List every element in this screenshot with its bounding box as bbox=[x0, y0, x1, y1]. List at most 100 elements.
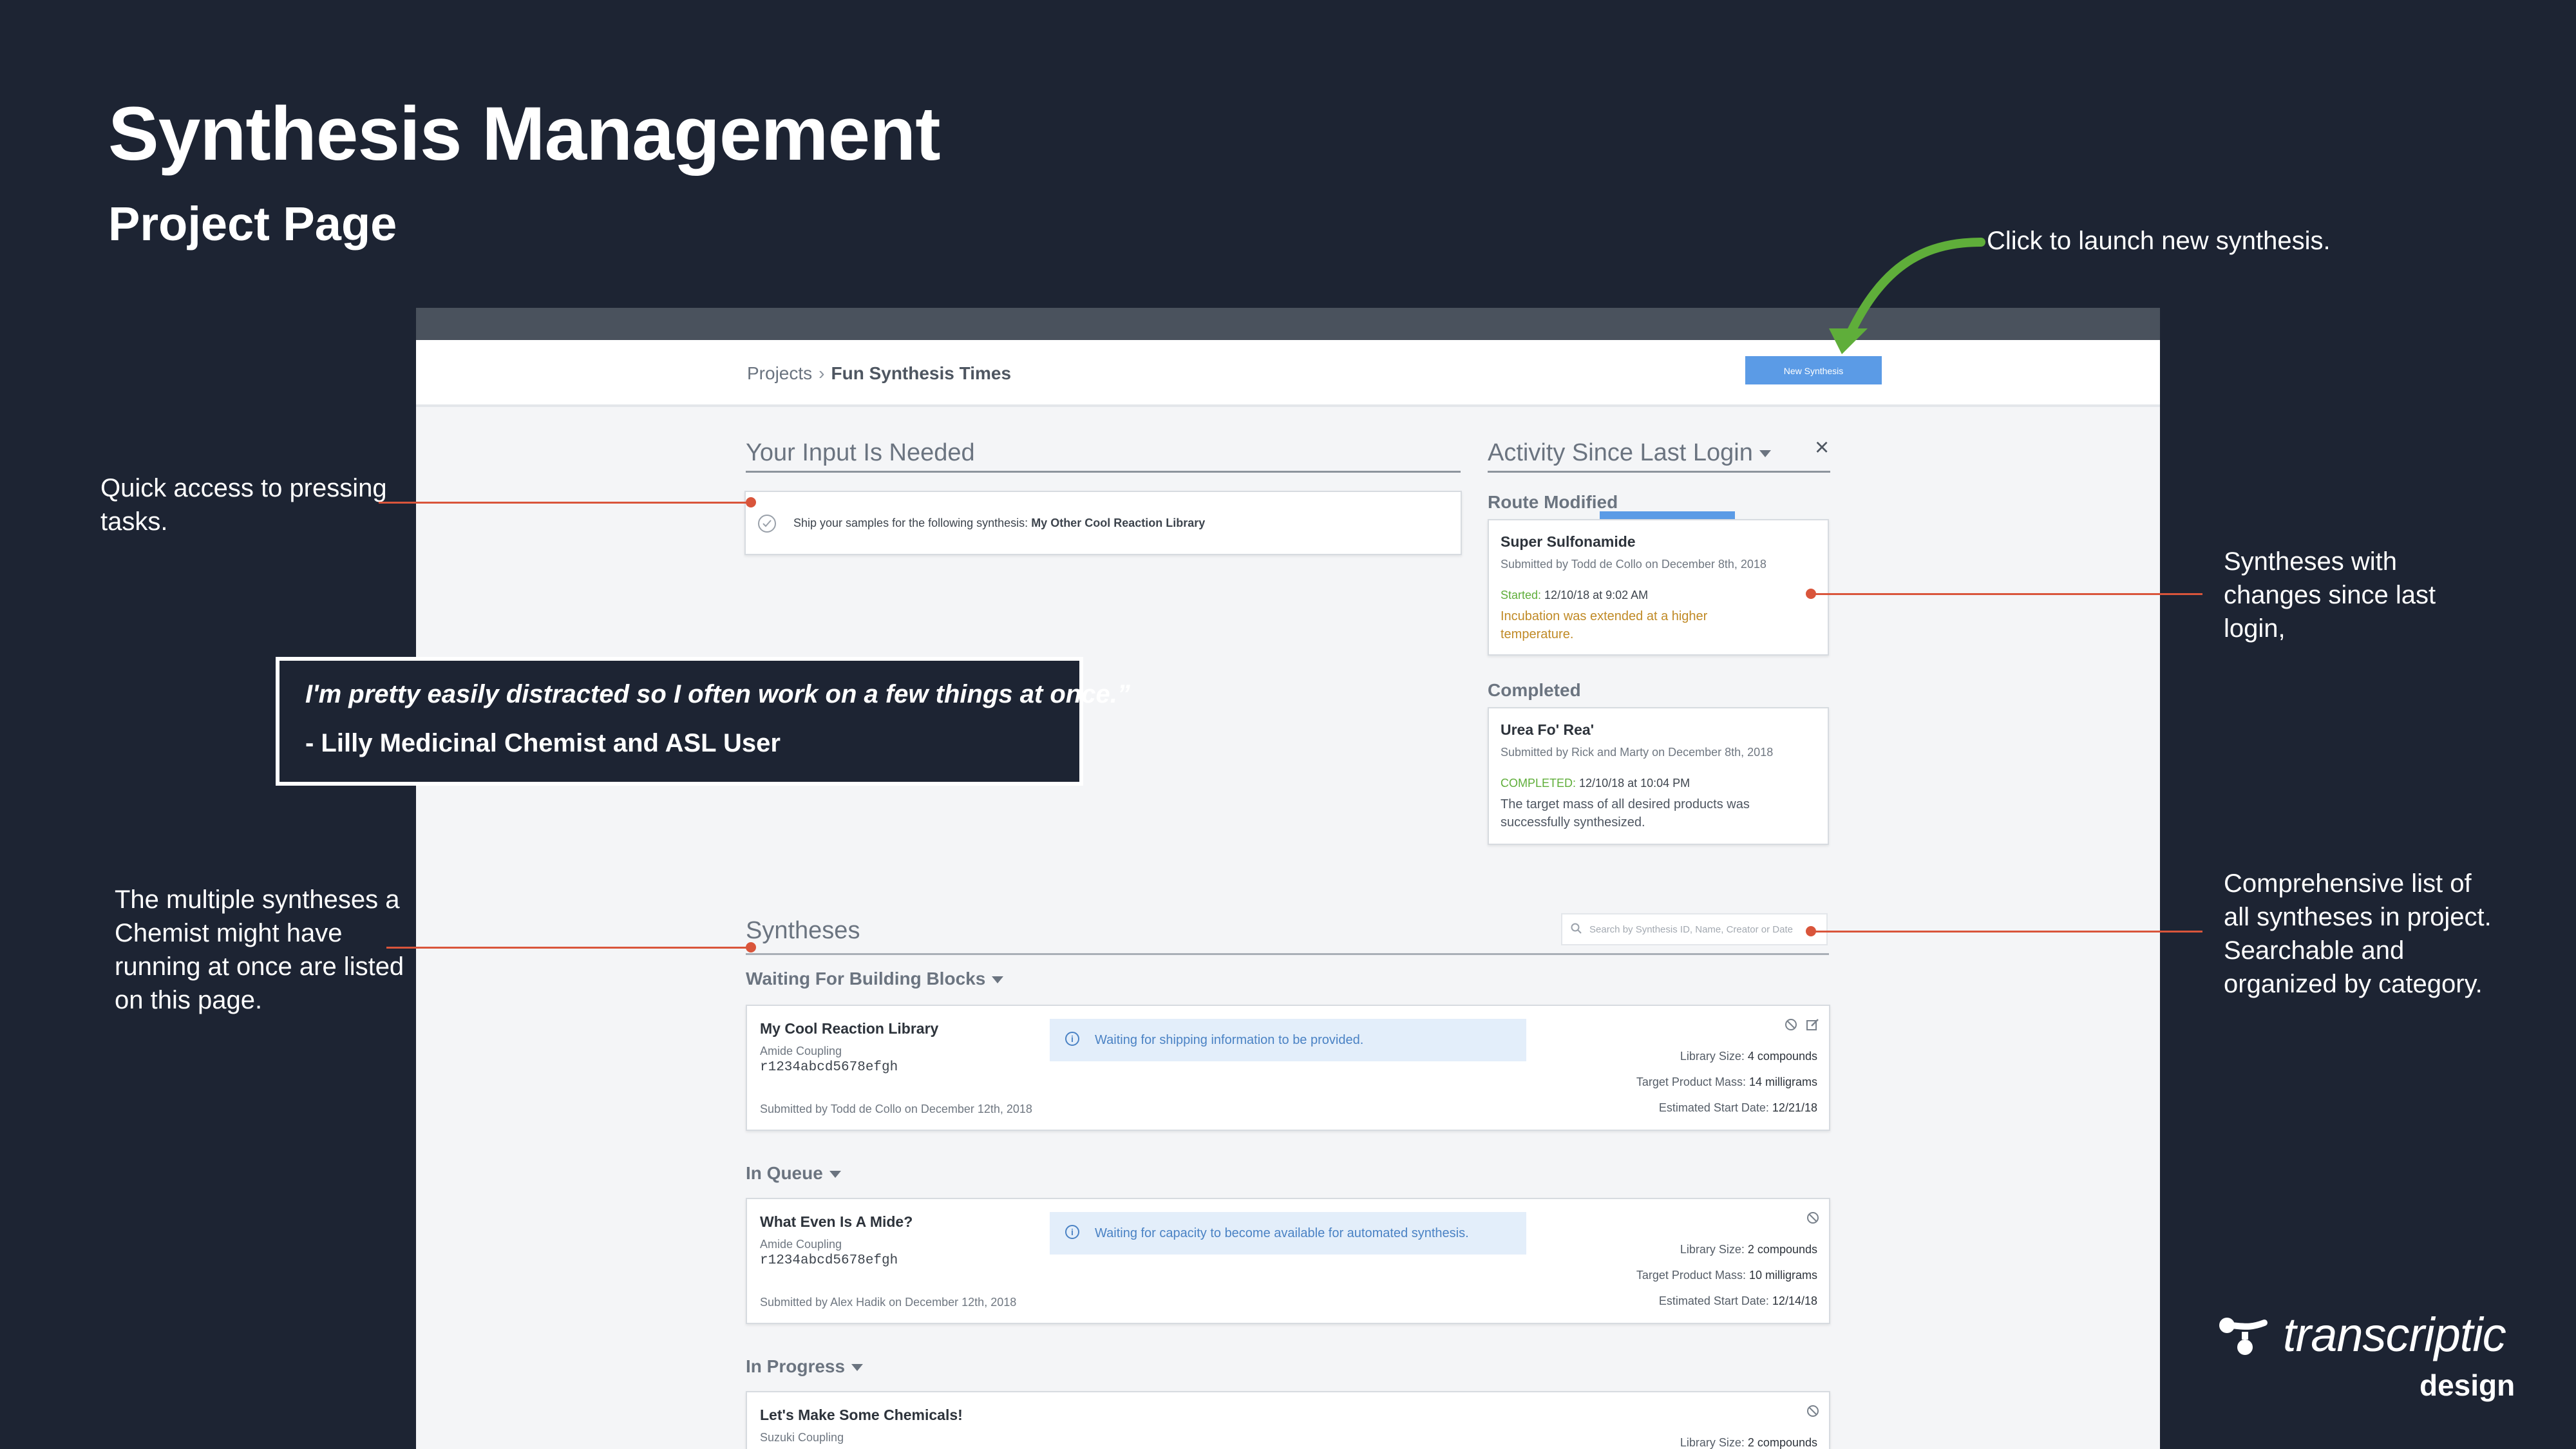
synthesis-card[interactable]: Let's Make Some Chemicals! Suzuki Coupli… bbox=[746, 1391, 1830, 1449]
note-line: tasks. bbox=[100, 507, 168, 536]
synthesis-search-input[interactable]: Search by Synthesis ID, Name, Creator or… bbox=[1561, 913, 1828, 945]
synthesis-submitted: Submitted by Alex Hadik on December 12th… bbox=[760, 1296, 1017, 1309]
target-mass: Target Product Mass: 10 milligrams bbox=[1636, 1269, 1817, 1282]
task-synthesis-name[interactable]: My Other Cool Reaction Library bbox=[1031, 516, 1205, 529]
user-quote: I'm pretty easily distracted so I often … bbox=[276, 657, 1130, 786]
status-label: COMPLETED: bbox=[1501, 777, 1577, 790]
breadcrumb-root[interactable]: Projects bbox=[747, 363, 812, 383]
cancel-icon[interactable] bbox=[1784, 1018, 1798, 1032]
info-banner: i Waiting for capacity to become availab… bbox=[1050, 1212, 1526, 1255]
start-date: Estimated Start Date: 12/14/18 bbox=[1659, 1294, 1817, 1308]
annotation-line bbox=[379, 502, 751, 504]
info-text: Waiting for shipping information to be p… bbox=[1095, 1033, 1364, 1047]
library-size-label: Library Size: bbox=[1680, 1436, 1745, 1449]
library-size: Library Size: 4 compounds bbox=[1680, 1050, 1817, 1063]
activity-heading: Activity Since Last Login bbox=[1488, 439, 1771, 467]
transcriptic-logo-icon bbox=[2219, 1318, 2268, 1355]
card-submitted: Submitted by Todd de Collo on December 8… bbox=[1501, 558, 1766, 571]
activity-heading-text: Activity Since Last Login bbox=[1488, 439, 1753, 466]
breadcrumb: Projects › Fun Synthesis Times bbox=[747, 363, 1011, 384]
note-launch: Click to launch new synthesis. bbox=[1987, 227, 2331, 255]
note-line: organized by category. bbox=[2224, 970, 2483, 998]
caret-down-icon[interactable] bbox=[1759, 450, 1771, 458]
group-label: In Progress bbox=[746, 1356, 846, 1376]
note-line: all syntheses in project. bbox=[2224, 903, 2492, 931]
synthesis-type: Amide Coupling bbox=[760, 1238, 842, 1251]
new-synthesis-button[interactable]: New Synthesis bbox=[1745, 356, 1882, 384]
library-size-value: 2 compounds bbox=[1747, 1436, 1817, 1449]
search-icon bbox=[1570, 922, 1583, 935]
cancel-icon[interactable] bbox=[1806, 1404, 1820, 1418]
check-circle-icon[interactable] bbox=[757, 514, 777, 533]
note-line: Syntheses with bbox=[2224, 547, 2398, 576]
quote-text: I'm pretty easily distracted so I often … bbox=[305, 680, 1130, 708]
start-date-label: Estimated Start Date: bbox=[1658, 1294, 1769, 1307]
cancel-icon[interactable] bbox=[1806, 1211, 1820, 1225]
card-message-line2: temperature. bbox=[1501, 627, 1574, 641]
divider bbox=[746, 471, 1461, 473]
group-label: Waiting For Building Blocks bbox=[746, 969, 986, 989]
card-message-line1: Incubation was extended at a higher bbox=[1501, 609, 1708, 623]
note-line: Comprehensive list of bbox=[2224, 869, 2472, 898]
activity-card-completed[interactable]: Urea Fo' Rea' Submitted by Rick and Mart… bbox=[1488, 707, 1829, 845]
note-line: Quick access to pressing bbox=[100, 474, 387, 502]
syntheses-heading: Syntheses bbox=[746, 917, 860, 944]
task-text: Ship your samples for the following synt… bbox=[793, 516, 1205, 530]
status-time: 12/10/18 at 9:02 AM bbox=[1541, 589, 1649, 601]
card-status: COMPLETED: 12/10/18 at 10:04 PM bbox=[1501, 777, 1690, 790]
info-text: Waiting for capacity to become available… bbox=[1095, 1226, 1469, 1240]
library-size-label: Library Size: bbox=[1680, 1050, 1745, 1063]
synthesis-id: r1234abcd5678efgh bbox=[760, 1060, 898, 1075]
library-size-value: 2 compounds bbox=[1747, 1243, 1817, 1256]
brand-name: transcriptic bbox=[2283, 1308, 2506, 1361]
annotation-line bbox=[386, 947, 751, 949]
slide-title: Synthesis Management bbox=[108, 91, 940, 176]
target-mass-label: Target Product Mass: bbox=[1636, 1075, 1746, 1088]
group-waiting-building-blocks[interactable]: Waiting For Building Blocks bbox=[746, 969, 1004, 989]
target-mass-label: Target Product Mass: bbox=[1636, 1269, 1746, 1282]
activity-card-route-modified[interactable]: Super Sulfonamide Submitted by Todd de C… bbox=[1488, 519, 1829, 656]
info-icon: i bbox=[1065, 1225, 1079, 1239]
card-submitted: Submitted by Rick and Marty on December … bbox=[1501, 746, 1774, 759]
annotation-dot bbox=[746, 942, 756, 952]
status-time: 12/10/18 at 10:04 PM bbox=[1576, 777, 1690, 790]
divider bbox=[1488, 471, 1830, 473]
note-line: on this page. bbox=[115, 986, 263, 1014]
synthesis-type: Amide Coupling bbox=[760, 1045, 842, 1057]
library-size-value: 4 compounds bbox=[1747, 1050, 1817, 1063]
app-window: Projects › Fun Synthesis Times New Synthes… bbox=[416, 308, 2160, 1449]
start-date-value: 12/21/18 bbox=[1772, 1101, 1817, 1114]
synthesis-type: Suzuki Coupling bbox=[760, 1431, 844, 1444]
synthesis-submitted: Submitted by Todd de Collo on December 1… bbox=[760, 1103, 1032, 1115]
note-multiple: The multiple syntheses a Chemist might h… bbox=[115, 883, 404, 1017]
target-mass-value: 14 milligrams bbox=[1748, 1075, 1817, 1088]
group-label: In Queue bbox=[746, 1163, 823, 1183]
input-needed-heading: Your Input Is Needed bbox=[746, 439, 975, 466]
caret-down-icon bbox=[829, 1171, 841, 1179]
annotation-arrow bbox=[1829, 238, 1985, 354]
note-line: login, bbox=[2224, 614, 2286, 643]
completed-label: Completed bbox=[1488, 680, 1581, 700]
synthesis-title: My Cool Reaction Library bbox=[760, 1020, 939, 1037]
note-line: Chemist might have bbox=[115, 919, 343, 947]
card-title: Urea Fo' Rea' bbox=[1501, 721, 1595, 738]
route-modified-label: Route Modified bbox=[1488, 492, 1618, 512]
group-in-progress[interactable]: In Progress bbox=[746, 1356, 864, 1377]
card-message-line2: successfully synthesized. bbox=[1501, 815, 1645, 829]
note-line: changes since last bbox=[2224, 581, 2436, 609]
start-date-label: Estimated Start Date: bbox=[1658, 1101, 1769, 1114]
status-label: Started: bbox=[1501, 589, 1542, 601]
caret-down-icon bbox=[851, 1364, 864, 1372]
library-size-label: Library Size: bbox=[1680, 1243, 1745, 1256]
start-date: Estimated Start Date: 12/21/18 bbox=[1659, 1101, 1817, 1115]
group-in-queue[interactable]: In Queue bbox=[746, 1163, 841, 1184]
card-title: Super Sulfonamide bbox=[1501, 533, 1636, 550]
synthesis-id: r1234abcd5678efgh bbox=[760, 1253, 898, 1268]
close-icon[interactable]: × bbox=[1815, 434, 1829, 462]
task-card: Ship your samples for the following synt… bbox=[744, 491, 1735, 555]
synthesis-card[interactable]: My Cool Reaction Library Amide Coupling … bbox=[746, 1005, 1830, 1131]
synthesis-card[interactable]: What Even Is A Mide? Amide Coupling r123… bbox=[746, 1198, 1830, 1324]
brand-sub: design bbox=[2420, 1368, 2515, 1402]
target-mass: Target Product Mass: 14 milligrams bbox=[1636, 1075, 1817, 1089]
edit-icon[interactable] bbox=[1806, 1018, 1820, 1032]
